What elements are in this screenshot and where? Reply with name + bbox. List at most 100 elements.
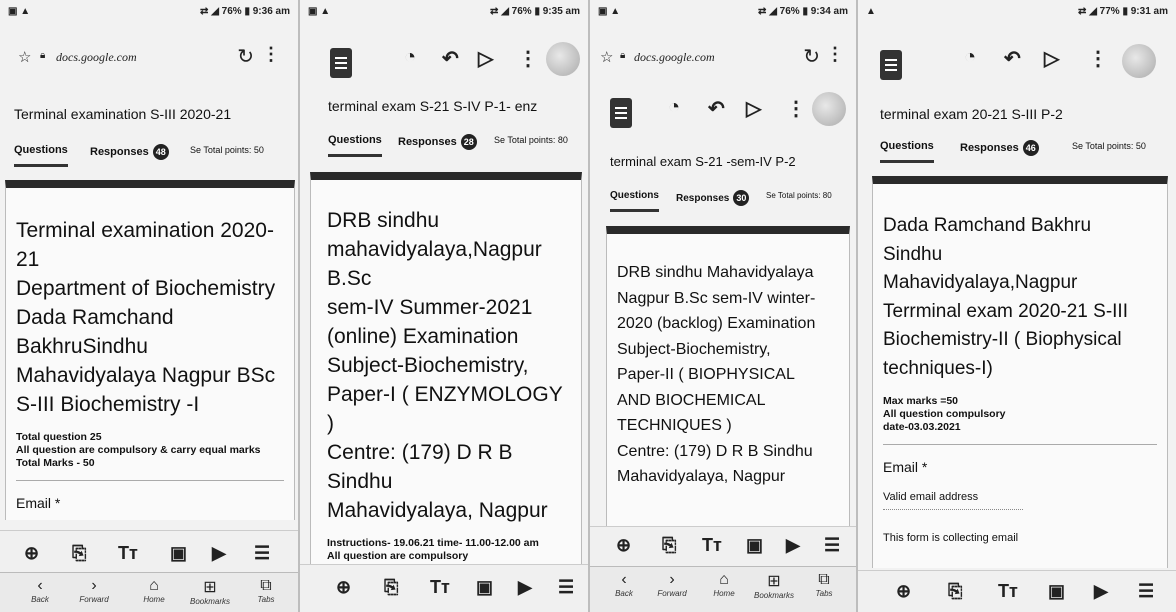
home-button[interactable]: ⌂ Home [132, 577, 176, 604]
add-title-icon[interactable]: Tт [998, 581, 1018, 602]
bookmarks-button[interactable]: ⊞ Bookmarks [752, 571, 796, 600]
home-button[interactable]: ⌂ Home [702, 571, 746, 598]
email-label: Email * [883, 459, 928, 475]
url-text[interactable]: docs.google.com [634, 50, 715, 65]
home-label: Home [713, 589, 735, 598]
status-right: ⇄ ◢ 77% ▮ 9:31 am [1078, 6, 1168, 17]
undo-icon[interactable]: ↶ [1004, 46, 1021, 71]
add-image-icon[interactable]: ▣ [170, 543, 187, 564]
forward-label: Forward [657, 589, 687, 598]
browser-url-bar[interactable]: ☆ 🔒︎ docs.google.com ↻ ⋮ [0, 38, 298, 78]
add-section-icon[interactable]: ☰ [1138, 581, 1154, 602]
tab-questions[interactable]: Questions [610, 190, 659, 212]
add-section-icon[interactable]: ☰ [824, 535, 840, 556]
form-title: Terminal examination S-III 2020-21 [14, 106, 232, 122]
add-video-icon[interactable]: ▶ [1094, 581, 1108, 602]
status-right: ⇄ ◢ 76% ▮ 9:35 am [490, 6, 580, 17]
bookmarks-label: Bookmarks [753, 591, 794, 600]
send-icon[interactable]: ▷ [746, 96, 761, 121]
avatar[interactable] [812, 92, 846, 126]
browser-url-bar[interactable]: ☆ 🔒︎ docs.google.com ↻ ⋮ [590, 38, 856, 78]
phone-screen-3: ▣ ▲ ⇄ ◢ 76% ▮ 9:34 am ☆ 🔒︎ docs.google.c… [590, 0, 858, 612]
more-icon[interactable]: ⋮ [1088, 46, 1108, 71]
add-question-icon[interactable]: ⊕ [24, 543, 39, 564]
responses-count-badge: 48 [152, 144, 169, 160]
palette-icon[interactable]: ◔ [668, 96, 680, 119]
status-bar: ▣ ▲ ⇄ ◢ 76% ▮ 9:34 am [590, 0, 856, 22]
form-header-card: DRB sindhu Mahavidyalaya Nagpur B.Sc sem… [606, 226, 850, 526]
add-image-icon[interactable]: ▣ [476, 577, 493, 598]
tabs-button[interactable]: ⧉ Tabs [802, 571, 846, 598]
menu-icon[interactable]: ⋮ [826, 44, 844, 65]
add-question-icon[interactable]: ⊕ [896, 581, 911, 602]
status-right: ⇄ ◢ 76% ▮ 9:36 am [200, 6, 290, 17]
form-title: terminal exam S-21 -sem-IV P-2 [610, 154, 796, 169]
reload-icon[interactable]: ↻ [237, 44, 254, 69]
back-button[interactable]: ‹ Back [18, 577, 62, 604]
total-points: Se Total points: 50 [190, 145, 264, 155]
more-icon[interactable]: ⋮ [786, 96, 806, 121]
import-questions-icon[interactable]: ⎘ [384, 577, 398, 598]
tab-responses-label: Responses [960, 142, 1019, 154]
form-heading: DRB sindhu Mahavidyalaya Nagpur B.Sc sem… [617, 264, 816, 485]
phone-screen-1: ▣ ▲ ⇄ ◢ 76% ▮ 9:36 am ☆ 🔒︎ docs.google.c… [0, 0, 300, 612]
star-icon[interactable]: ☆ [18, 48, 31, 66]
responses-count-badge: 30 [733, 190, 750, 206]
url-text[interactable]: docs.google.com [56, 50, 137, 65]
form-header-card: Dada Ramchand Bakhru Sindhu Mahavidyalay… [872, 176, 1168, 568]
add-section-icon[interactable]: ☰ [558, 577, 574, 598]
send-icon[interactable]: ▷ [1044, 46, 1059, 71]
status-left: ▣ ▲ [8, 6, 31, 17]
form-toolbar: ⊕ ⎘ Tт ▣ ▶ ☰ [590, 526, 856, 567]
phone-screen-2: ▣ ▲ ⇄ ◢ 76% ▮ 9:35 am ◔ ↶ ▷ ⋮ terminal e… [300, 0, 590, 612]
import-questions-icon[interactable]: ⎘ [948, 581, 962, 602]
undo-icon[interactable]: ↶ [708, 96, 725, 121]
forms-app-bar: ◔ ↶ ▷ ⋮ [858, 38, 1176, 88]
add-question-icon[interactable]: ⊕ [336, 577, 351, 598]
avatar[interactable] [1122, 44, 1156, 78]
add-title-icon[interactable]: Tт [430, 577, 450, 598]
tab-responses[interactable]: Responses 48 [90, 144, 169, 160]
add-video-icon[interactable]: ▶ [518, 577, 532, 598]
import-questions-icon[interactable]: ⎘ [72, 543, 86, 564]
add-image-icon[interactable]: ▣ [746, 535, 763, 556]
send-icon[interactable]: ▷ [478, 46, 493, 71]
add-image-icon[interactable]: ▣ [1048, 581, 1065, 602]
add-video-icon[interactable]: ▶ [212, 543, 226, 564]
forms-app-bar: ◔ ↶ ▷ ⋮ [300, 38, 588, 88]
palette-icon[interactable]: ◔ [404, 46, 416, 69]
forward-button[interactable]: › Forward [650, 571, 694, 598]
screenshot-collage: ▣ ▲ ⇄ ◢ 76% ▮ 9:36 am ☆ 🔒︎ docs.google.c… [0, 0, 1176, 612]
tab-questions[interactable]: Questions [14, 144, 68, 167]
star-icon[interactable]: ☆ [600, 48, 613, 66]
tabs-label: Tabs [257, 595, 275, 604]
add-question-icon[interactable]: ⊕ [616, 535, 631, 556]
forward-button[interactable]: › Forward [72, 577, 116, 604]
add-title-icon[interactable]: Tт [702, 535, 722, 556]
email-field[interactable]: Valid email address [883, 491, 1023, 510]
back-button[interactable]: ‹ Back [602, 571, 646, 598]
reload-icon[interactable]: ↻ [803, 44, 820, 69]
form-title: terminal exam S-21 S-IV P-1- enz [328, 98, 538, 114]
palette-icon[interactable]: ◔ [964, 46, 976, 69]
import-questions-icon[interactable]: ⎘ [662, 535, 676, 556]
status-left: ▲ [866, 6, 876, 17]
total-points: Se Total points: 80 [494, 135, 568, 145]
more-icon[interactable]: ⋮ [518, 46, 538, 71]
back-label: Back [615, 589, 633, 598]
avatar[interactable] [546, 42, 580, 76]
tabs-button[interactable]: ⧉ Tabs [244, 577, 288, 604]
tab-questions[interactable]: Questions [328, 134, 382, 157]
bookmarks-button[interactable]: ⊞ Bookmarks [188, 577, 232, 606]
undo-icon[interactable]: ↶ [442, 46, 459, 71]
tab-responses[interactable]: Responses 28 [398, 134, 477, 150]
add-video-icon[interactable]: ▶ [786, 535, 800, 556]
tab-responses[interactable]: Responses 30 [676, 190, 750, 206]
tab-responses[interactable]: Responses 46 [960, 140, 1039, 156]
tab-questions[interactable]: Questions [880, 140, 934, 163]
menu-icon[interactable]: ⋮ [262, 44, 280, 65]
add-section-icon[interactable]: ☰ [254, 543, 270, 564]
add-title-icon[interactable]: Tт [118, 543, 138, 564]
status-right: ⇄ ◢ 76% ▮ 9:34 am [758, 6, 848, 17]
lock-icon: 🔒︎ [40, 50, 46, 61]
